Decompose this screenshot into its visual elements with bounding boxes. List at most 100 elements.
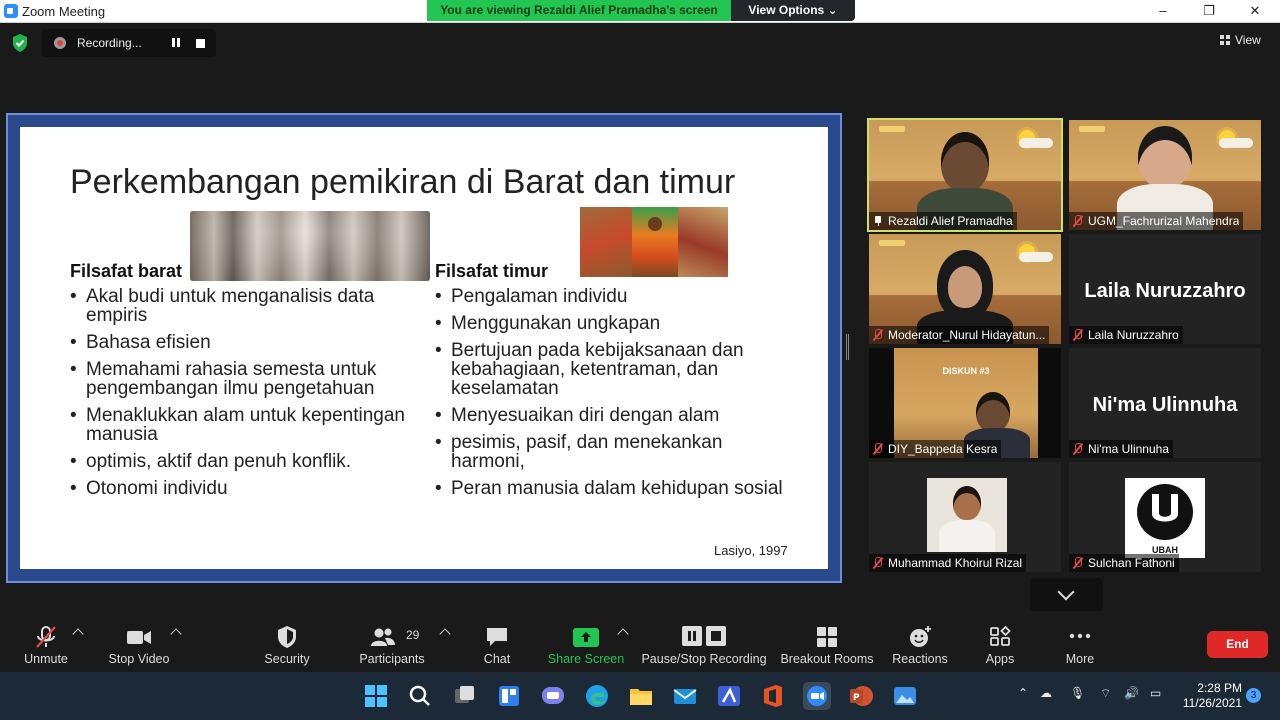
list-item: Otonomi individu [70,479,410,498]
video-tile[interactable]: DISKUN #3 DIY_Bappeda Kesra [869,348,1061,458]
minimize-button[interactable]: – [1140,0,1186,22]
unmute-label: Unmute [24,652,68,666]
mic-muted-icon [1072,329,1084,341]
mic-muted-icon [1072,215,1084,227]
microphone-tray-icon[interactable]: 🎙 [1070,686,1085,700]
wifi-icon[interactable]: ⌔ [1100,686,1111,701]
battery-icon[interactable]: ▭ [1150,686,1161,700]
participants-label: Participants [359,652,425,666]
reactions-button[interactable]: Reactions [890,612,950,672]
participants-count: 29 [406,628,420,642]
west-list: Akal budi untuk menganalisis data empiri… [70,287,410,506]
share-screen-icon [573,628,599,647]
chat-bubble-icon [487,628,507,646]
show-hidden-icons-icon[interactable]: ⌃ [1018,686,1028,700]
apps-icon [990,625,1011,646]
zoom-taskbar-icon[interactable] [803,682,831,710]
window-title: Zoom Meeting [22,4,106,19]
unmute-button[interactable]: Unmute [14,612,78,672]
close-button[interactable]: ✕ [1232,0,1278,22]
mail-icon[interactable] [671,682,699,710]
video-tile[interactable]: UGM_Fachrurizal Mahendra [1069,120,1261,230]
taskbar-clock[interactable]: 2:28 PM 11/26/2021 [1180,681,1242,711]
stop-recording-icon[interactable] [196,39,205,48]
show-more-participants-button[interactable] [1030,578,1103,611]
participant-name: Laila Nuruzzahro [1088,328,1179,342]
participant-name: Sulchan Fathoni [1088,556,1175,570]
apps-label: Apps [985,652,1015,666]
list-item: pesimis, pasif, dan menekankan harmoni, [435,433,785,471]
photos-icon[interactable] [891,682,919,710]
clock-time: 2:28 PM [1197,681,1242,695]
widgets-icon[interactable] [495,682,523,710]
onedrive-icon[interactable]: ☁ [1040,686,1052,700]
pause-recording-icon[interactable] [170,37,182,49]
view-label: View [1235,33,1261,47]
office-icon[interactable] [759,682,787,710]
share-screen-label: Share Screen [547,652,625,666]
list-item: Bahasa efisien [70,333,410,352]
video-tile[interactable]: UBAH Sulchan Fathoni [1069,462,1261,572]
participant-name: Rezaldi Alief Pramadha [888,214,1013,228]
view-options-button[interactable]: View Options ⌄ [731,0,855,21]
resize-handle[interactable] [846,334,849,360]
video-tile[interactable]: Muhammad Khoirul Rizal [869,462,1061,572]
window-title-bar: Zoom Meeting You are viewing Rezaldi Ali… [0,0,1280,23]
list-item: Menaklukkan alam untuk kepentingan manus… [70,406,410,444]
list-item: Pengalaman individu [435,287,785,306]
ubah-logo: UBAH [1125,478,1205,558]
list-item: optimis, aktif dan penuh konflik. [70,452,410,471]
west-heading: Filsafat barat [70,261,183,281]
breakout-rooms-icon [817,627,837,647]
eastern-philosophy-image [580,207,728,277]
participants-button[interactable]: 29 Participants [355,612,429,672]
windows-start-icon[interactable] [362,682,390,710]
volume-icon[interactable]: 🔊 [1124,686,1139,700]
encryption-shield-icon[interactable] [10,33,30,53]
video-tile[interactable]: Rezaldi Alief Pramadha [867,118,1063,232]
pause-stop-recording-button[interactable]: Pause/Stop Recording [641,612,767,672]
shared-screen: Perkembangan pemikiran di Barat dan timu… [6,113,842,583]
apps-button[interactable]: Apps [980,612,1020,672]
notification-count-badge[interactable]: 3 [1246,688,1261,703]
edge-browser-icon[interactable] [583,682,611,710]
video-tile[interactable]: Ni'ma Ulinnuha Ni'ma Ulinnuha [1069,348,1261,458]
chat-button[interactable]: Chat [477,612,517,672]
maximize-button[interactable]: ❐ [1186,0,1232,22]
search-icon[interactable] [406,682,434,710]
breakout-rooms-button[interactable]: Breakout Rooms [779,612,875,672]
file-explorer-icon[interactable] [627,682,655,710]
participants-options-caret-icon[interactable] [439,628,451,640]
reactions-label: Reactions [892,652,948,666]
list-item: Peran manusia dalam kehidupan sosial [435,479,785,498]
east-list: Pengalaman individu Menggunakan ungkapan… [435,287,785,506]
stop-video-button[interactable]: Stop Video [104,612,174,672]
teams-chat-icon[interactable] [539,682,567,710]
task-view-icon[interactable] [451,682,479,710]
east-heading: Filsafat timur [435,261,549,281]
list-item: Akal budi untuk menganalisis data empiri… [70,287,410,325]
participant-name-bar: Rezaldi Alief Pramadha [869,212,1017,230]
video-tile[interactable]: Laila Nuruzzahro Laila Nuruzzahro [1069,234,1261,344]
participant-name: UGM_Fachrurizal Mahendra [1088,214,1240,228]
participant-name-bar: Ni'ma Ulinnuha [1069,440,1173,458]
participant-name-bar: DIY_Bappeda Kesra [869,440,1002,458]
viewing-screen-banner: You are viewing Rezaldi Alief Pramadha's… [427,0,731,21]
security-button[interactable]: Security [257,612,317,672]
video-tile[interactable]: Moderator_Nurul Hidayatun... [869,234,1061,344]
stop-video-label: Stop Video [108,652,170,666]
powerpoint-icon[interactable]: P [847,682,875,710]
more-label: More [1065,652,1095,666]
end-meeting-button[interactable]: End [1207,631,1268,658]
view-button[interactable]: View [1220,33,1261,47]
whiteboard-app-icon[interactable] [715,682,743,710]
more-button[interactable]: More [1058,612,1102,672]
recording-label: Recording... [77,36,142,50]
participant-name-bar: Sulchan Fathoni [1069,554,1179,572]
breakout-rooms-label: Breakout Rooms [780,652,874,666]
grid-view-icon [1220,35,1230,45]
mic-muted-icon [872,557,884,569]
presentation-slide: Perkembangan pemikiran di Barat dan timu… [20,127,828,569]
share-screen-button[interactable]: Share Screen [546,612,626,672]
mic-muted-icon [872,329,884,341]
